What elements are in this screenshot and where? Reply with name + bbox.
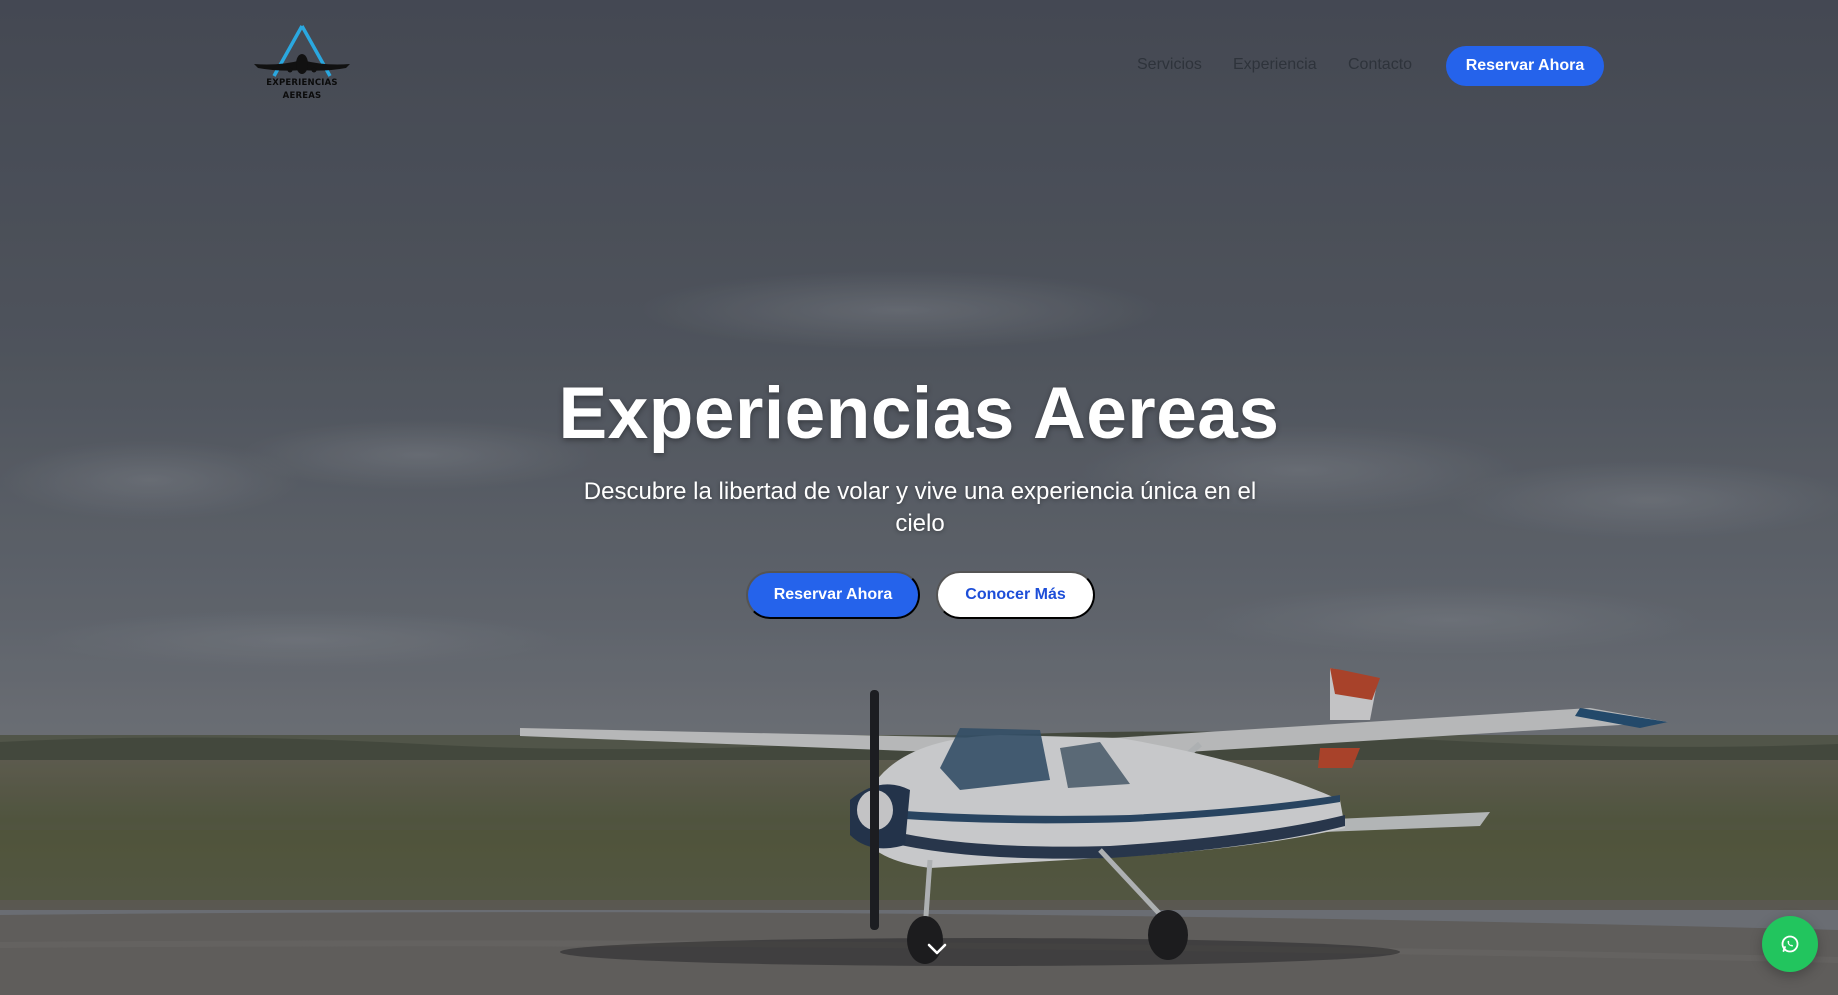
landing-page: EXPERIENCIAS AEREAS Servicios Experienci…	[0, 0, 1838, 995]
logo-text-line2: AEREAS	[282, 91, 322, 101]
hero-subtitle: Descubre la libertad de volar y vive una…	[583, 478, 1257, 537]
logo-text-line1: EXPERIENCIAS	[266, 78, 338, 88]
hero-learn-more-button[interactable]: Conocer Más	[936, 571, 1095, 619]
site-header: EXPERIENCIAS AEREAS Servicios Experienci…	[0, 0, 1838, 130]
nav-link-experiencia[interactable]: Experiencia	[1233, 56, 1317, 74]
whatsapp-button[interactable]	[1762, 916, 1818, 972]
chevron-down-icon[interactable]	[927, 942, 947, 956]
nav-link-servicios[interactable]: Servicios	[1137, 56, 1202, 74]
site-logo[interactable]: EXPERIENCIAS AEREAS	[250, 24, 354, 108]
nav-link-contacto[interactable]: Contacto	[1348, 56, 1412, 74]
whatsapp-icon	[1781, 935, 1799, 953]
header-reserve-button[interactable]: Reservar Ahora	[1446, 46, 1604, 86]
hero-title: Experiencias Aereas	[558, 373, 1280, 454]
hero-reserve-button[interactable]: Reservar Ahora	[746, 571, 920, 619]
